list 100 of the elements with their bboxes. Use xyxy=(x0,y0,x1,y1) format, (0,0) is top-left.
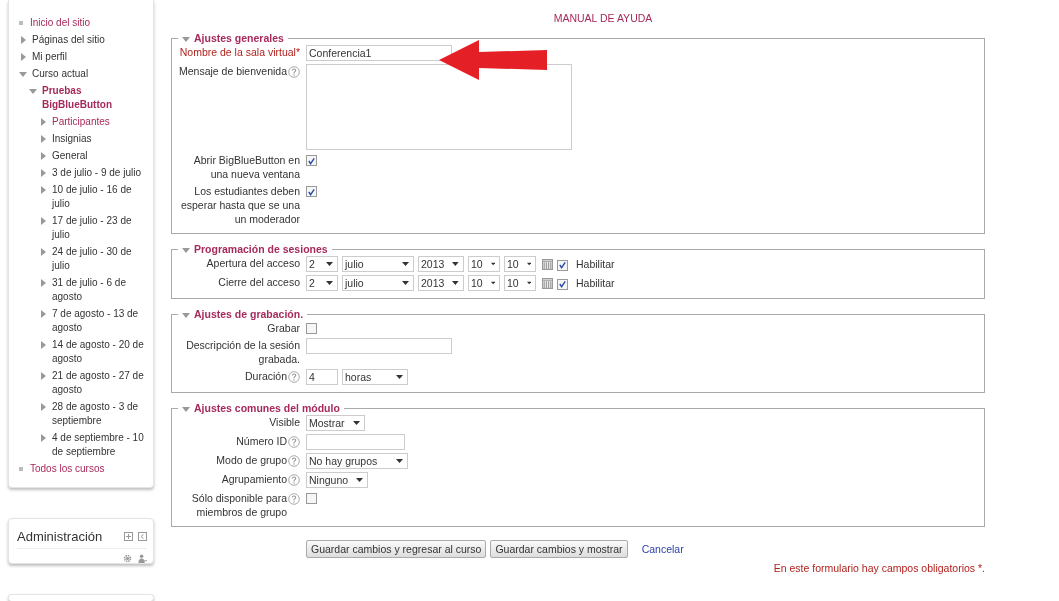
section-legend[interactable]: Ajustes de grabación. xyxy=(178,308,308,321)
caret-icon xyxy=(452,281,459,285)
dropdown[interactable]: 2 xyxy=(306,256,338,272)
dropdown[interactable]: julio xyxy=(342,256,414,272)
section-legend[interactable]: Ajustes generales xyxy=(178,32,288,45)
field-label: Grabar xyxy=(267,321,300,335)
nav-item[interactable]: Insignias xyxy=(52,132,92,146)
caret-icon xyxy=(402,262,409,266)
collapse-icon[interactable] xyxy=(138,532,147,541)
collapsed-arrow-icon[interactable] xyxy=(39,434,47,442)
nav-item[interactable]: 17 de julio - 23 de julio xyxy=(52,214,149,242)
dropdown[interactable]: 10 xyxy=(504,256,536,272)
dock-icon[interactable] xyxy=(124,532,133,541)
checkbox[interactable] xyxy=(557,259,568,271)
caret-icon xyxy=(452,262,459,266)
required-note: En este formulario hay campos obligatorios *. xyxy=(773,562,985,574)
dropdown[interactable]: Mostrar xyxy=(306,415,365,431)
nav-item[interactable]: Mi perfil xyxy=(32,50,67,64)
field-label: Abrir BigBlueButton en una nueva ventana xyxy=(192,153,300,181)
caret-icon xyxy=(526,281,531,285)
nav-item[interactable]: 21 de agosto - 27 de agosto xyxy=(52,369,149,397)
nav-item[interactable]: Pruebas BigBlueButton xyxy=(42,84,149,112)
dropdown[interactable]: 2013 xyxy=(418,275,464,291)
person-icon[interactable] xyxy=(138,554,147,563)
collapsed-arrow-icon[interactable] xyxy=(39,310,47,318)
block-title: Administración xyxy=(17,529,103,544)
text-field[interactable] xyxy=(306,338,452,354)
checkbox[interactable] xyxy=(306,323,317,334)
nav-item[interactable]: 24 de julio - 30 de julio xyxy=(52,245,149,273)
nav-item[interactable]: 28 de agosto - 3 de septiembre xyxy=(52,400,149,428)
collapsed-arrow-icon[interactable] xyxy=(39,135,47,143)
nav-item[interactable]: Participantes xyxy=(52,115,110,129)
collapsed-arrow-icon[interactable] xyxy=(39,152,47,160)
help-icon[interactable] xyxy=(288,371,300,383)
page-title[interactable]: MANUAL DE AYUDA xyxy=(221,0,985,32)
collapsed-arrow-icon[interactable] xyxy=(39,186,47,194)
text-field[interactable]: Conferencia1 xyxy=(306,45,452,61)
collapsed-arrow-icon[interactable] xyxy=(39,217,47,225)
expanded-arrow-icon[interactable] xyxy=(182,310,190,319)
checkbox-label: Habilitar xyxy=(576,277,615,289)
expanded-arrow-icon[interactable] xyxy=(29,87,37,95)
nav-item[interactable]: 4 de septiembre - 10 de septiembre xyxy=(52,431,149,459)
nav-item[interactable]: Todos los cursos xyxy=(30,462,105,476)
section-legend[interactable]: Ajustes comunes del módulo xyxy=(178,402,344,415)
help-icon[interactable] xyxy=(288,493,300,505)
nav-item[interactable]: General xyxy=(52,149,88,163)
nav-item[interactable]: 3 de julio - 9 de julio xyxy=(52,166,141,180)
dropdown[interactable]: 2013 xyxy=(418,256,464,272)
help-icon[interactable] xyxy=(288,455,300,467)
field-label: Los estudiantes deben esperar hasta que se una un moderador xyxy=(179,184,300,226)
dropdown[interactable]: No hay grupos xyxy=(306,453,408,469)
checkbox[interactable] xyxy=(306,155,317,166)
dropdown[interactable]: julio xyxy=(342,275,414,291)
settings-icon[interactable] xyxy=(123,554,132,563)
caret-icon xyxy=(526,262,531,266)
dropdown[interactable]: 10 xyxy=(468,275,500,291)
section-legend[interactable]: Programación de sesiones xyxy=(178,243,332,256)
field-label: Nombre de la sala virtual* xyxy=(179,45,300,59)
expanded-arrow-icon[interactable] xyxy=(182,245,190,254)
expanded-arrow-icon[interactable] xyxy=(182,34,190,43)
collapsed-arrow-icon[interactable] xyxy=(39,279,47,287)
dropdown[interactable]: Ninguno xyxy=(306,472,369,488)
dropdown[interactable]: 2 xyxy=(306,275,338,291)
dropdown[interactable]: 10 xyxy=(468,256,500,272)
collapsed-arrow-icon[interactable] xyxy=(19,36,27,44)
checkbox[interactable] xyxy=(306,493,317,504)
collapsed-arrow-icon[interactable] xyxy=(39,248,47,256)
help-icon[interactable] xyxy=(288,436,300,448)
collapsed-arrow-icon[interactable] xyxy=(39,169,47,177)
help-icon[interactable] xyxy=(288,66,300,78)
number-field[interactable]: 4 xyxy=(306,369,338,385)
nav-item[interactable]: Curso actual xyxy=(32,67,89,81)
collapsed-arrow-icon[interactable] xyxy=(39,403,47,411)
collapsed-arrow-icon[interactable] xyxy=(39,118,47,126)
caret-icon xyxy=(356,478,364,482)
expanded-arrow-icon[interactable] xyxy=(182,404,190,413)
nav-item[interactable]: 14 de agosto - 20 de agosto xyxy=(52,338,149,366)
caret-icon xyxy=(396,459,403,463)
checkbox[interactable] xyxy=(306,186,317,197)
help-icon[interactable] xyxy=(288,474,300,486)
checkbox[interactable] xyxy=(557,278,568,290)
nav-item[interactable]: Inicio del sitio xyxy=(30,16,91,30)
collapsed-arrow-icon[interactable] xyxy=(39,372,47,380)
field-label: Número ID xyxy=(236,434,287,448)
field-label: Sólo disponible para miembros de grupo xyxy=(190,491,287,519)
dropdown[interactable]: 10 xyxy=(504,275,536,291)
cancel-link[interactable]: Cancelar xyxy=(641,543,684,555)
expanded-arrow-icon[interactable] xyxy=(19,70,27,78)
text-field[interactable] xyxy=(306,434,405,450)
dropdown[interactable]: horas xyxy=(342,369,408,385)
collapsed-arrow-icon[interactable] xyxy=(39,341,47,349)
nav-item[interactable]: 31 de julio - 6 de agosto xyxy=(52,276,149,304)
nav-item[interactable]: 7 de agosto - 13 de agosto xyxy=(52,307,149,335)
nav-item[interactable]: Páginas del sitio xyxy=(32,33,105,47)
submit-button[interactable]: Guardar cambios y mostrar xyxy=(490,540,628,558)
caret-icon xyxy=(490,281,495,285)
checkbox-label: Habilitar xyxy=(576,258,615,270)
collapsed-arrow-icon[interactable] xyxy=(19,53,27,61)
nav-item[interactable]: 10 de julio - 16 de julio xyxy=(52,183,149,211)
submit-button[interactable]: Guardar cambios y regresar al curso xyxy=(306,540,487,558)
